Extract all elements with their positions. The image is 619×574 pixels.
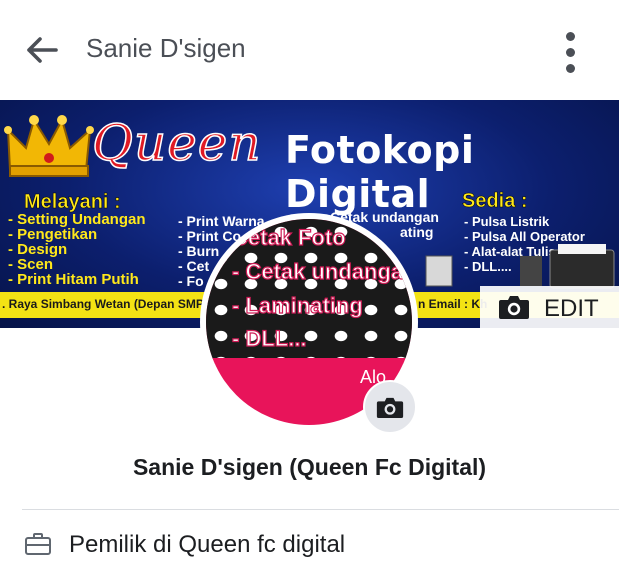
edit-cover-button[interactable]: EDIT — [480, 286, 619, 328]
list-item: - Scen — [8, 256, 54, 273]
briefcase-icon — [25, 533, 51, 555]
list-item: - Pengetikan — [8, 226, 98, 243]
melayani-list: - Setting Undangan - Pengetikan - Design… — [8, 212, 146, 287]
edit-label: EDIT — [544, 295, 599, 322]
avatar-text: - Laminating — [231, 292, 363, 318]
avatar-text: - Cetak undanga — [231, 258, 404, 284]
profile-name: Sanie D'sigen (Queen Fc Digital) — [132, 454, 487, 480]
divider — [0, 96, 619, 100]
dot — [566, 64, 575, 73]
email-text: n Email : Kh — [418, 297, 488, 311]
divider — [22, 509, 619, 510]
dot — [566, 48, 575, 57]
crown-icon — [4, 115, 94, 177]
work-text: Pemilik di Queen fc digital — [69, 531, 346, 558]
camera-icon — [376, 397, 404, 418]
avatar-text: - DLL... — [231, 325, 307, 351]
more-vertical-icon[interactable] — [553, 26, 589, 80]
divider — [206, 358, 412, 364]
page-title: Sanie D'sigen — [86, 33, 246, 63]
list-item: - Setting Undangan — [8, 211, 146, 228]
dot — [566, 32, 575, 41]
list-item: - Print Hitam Putih — [8, 271, 139, 288]
address-text: . Raya Simbang Wetan (Depan SMP N — [2, 297, 216, 311]
change-profile-picture-button[interactable] — [363, 380, 417, 434]
brand-queen: Queen — [91, 113, 262, 173]
camera-icon — [499, 296, 529, 319]
list-item: - Design — [8, 241, 68, 258]
brand-fotokopi-digital: Fotokopi Digital — [285, 128, 475, 216]
back-arrow-icon[interactable] — [22, 30, 62, 70]
avatar-text: Cetak Foto — [231, 224, 346, 250]
sedia-title: Sedia : — [462, 190, 528, 213]
top-bar: Sanie D'sigen — [0, 0, 619, 96]
